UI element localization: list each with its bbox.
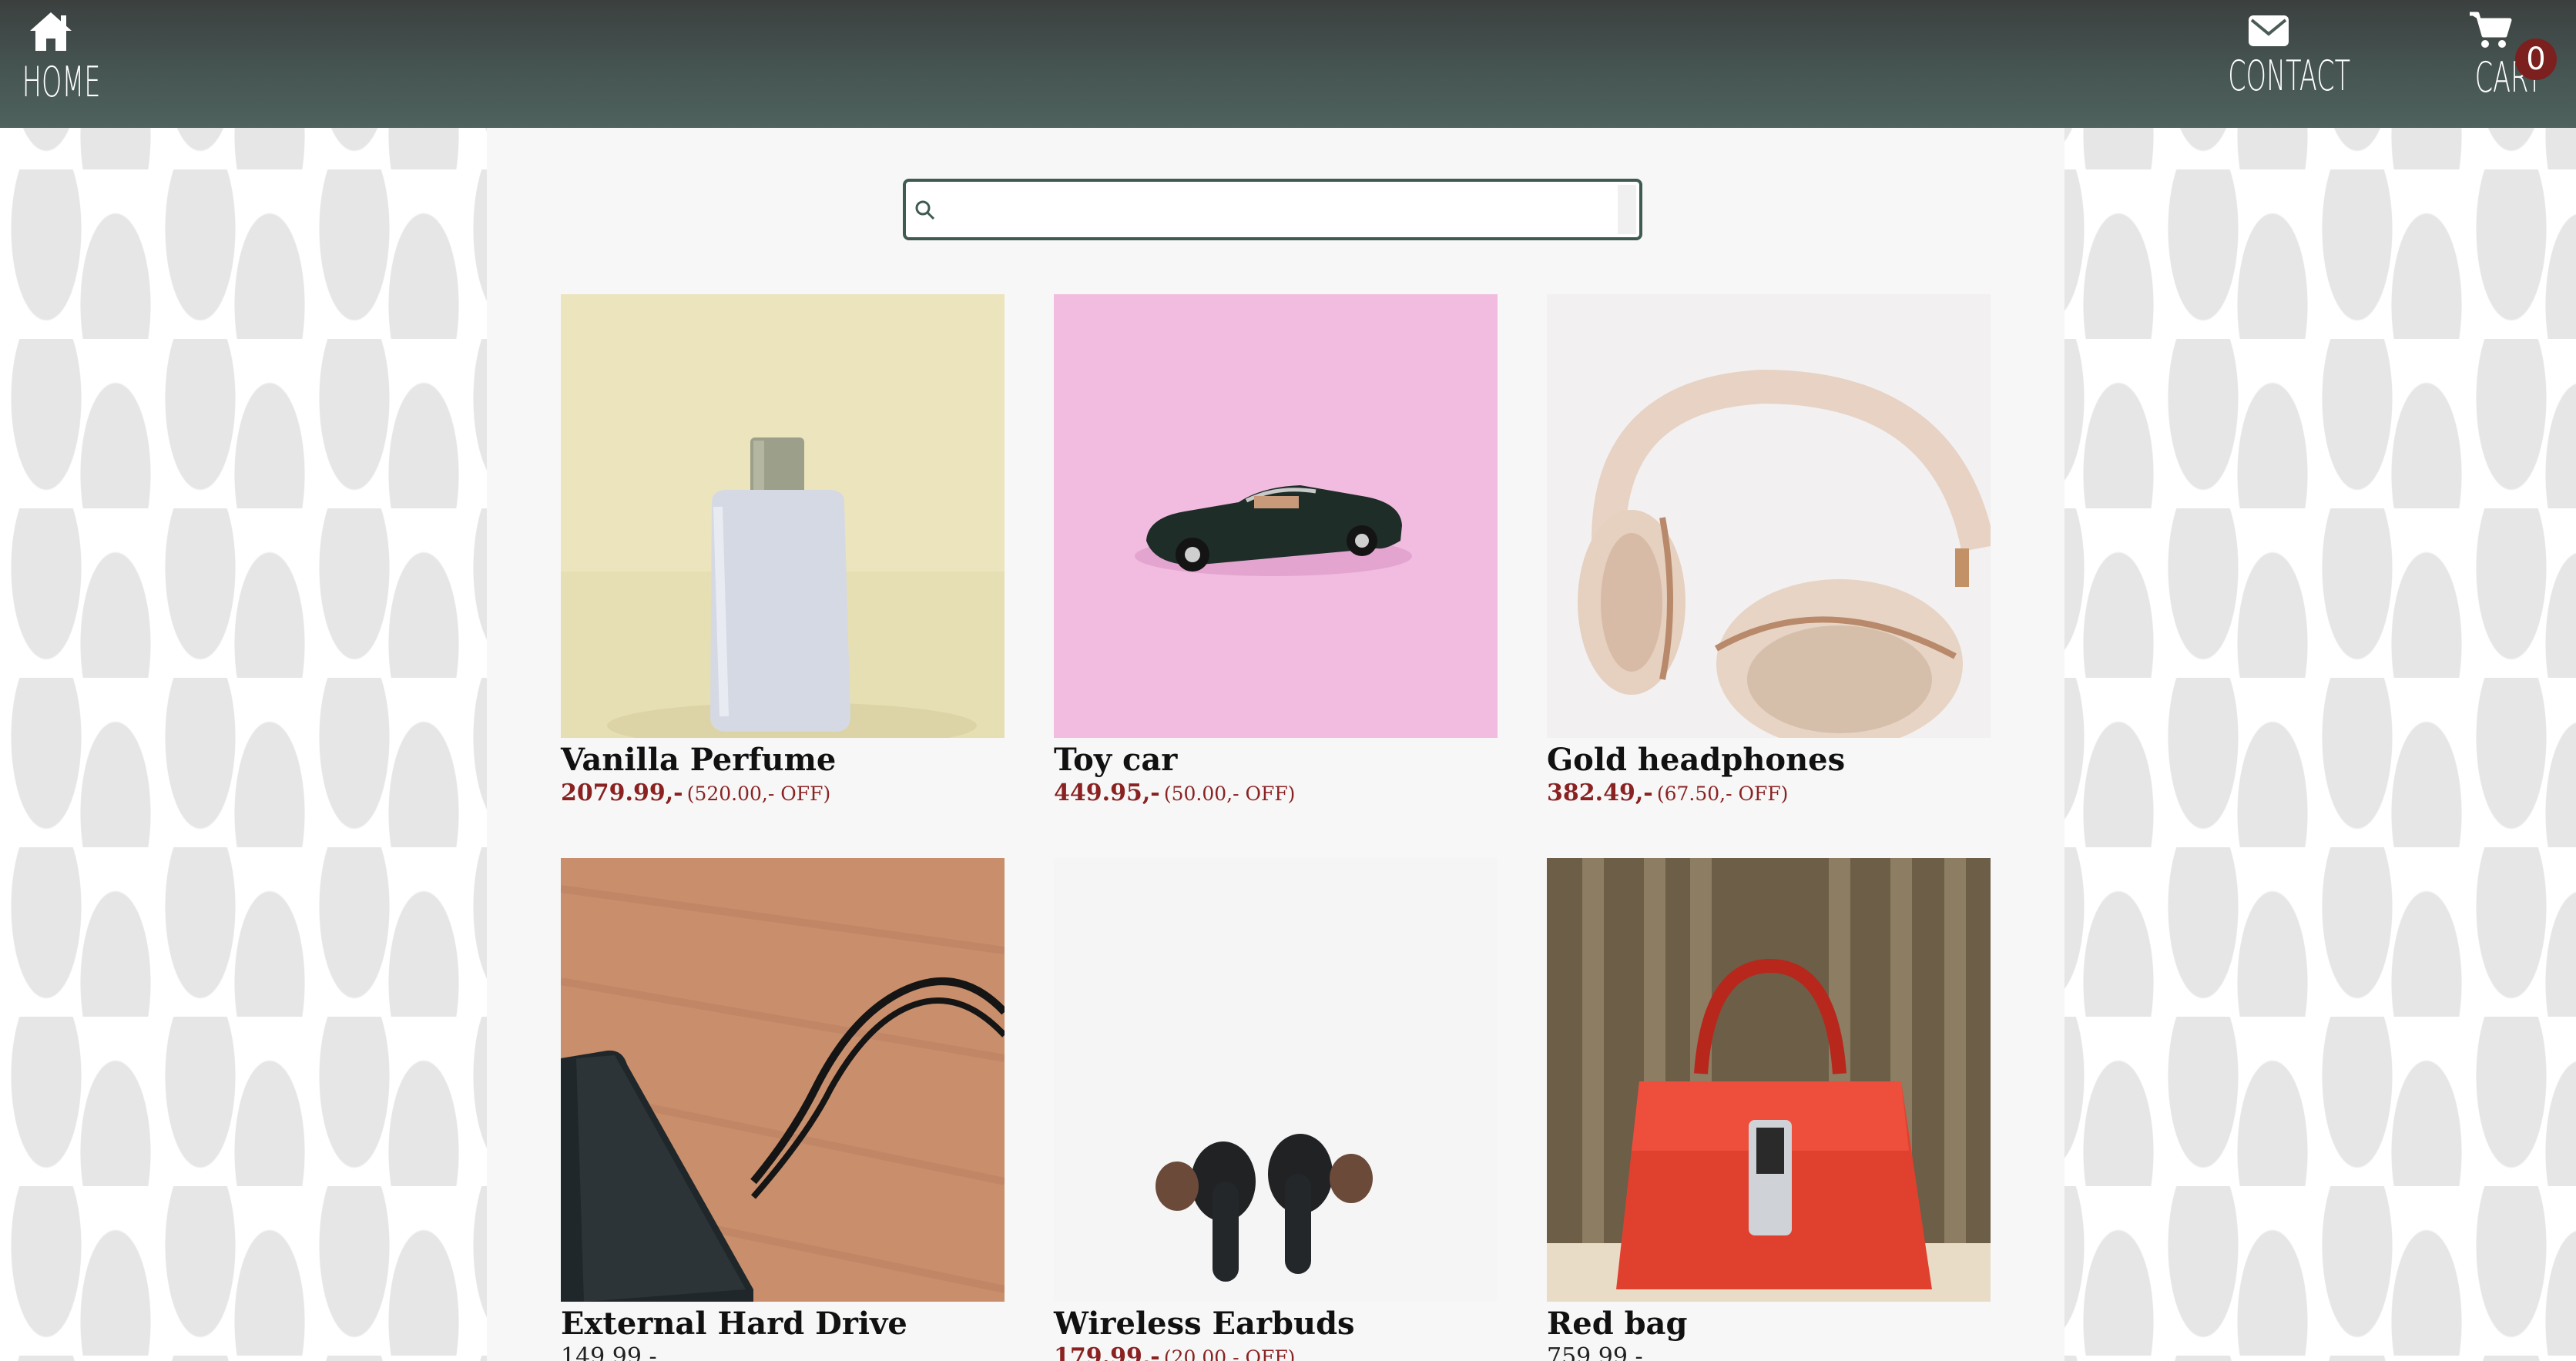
nav-cart-link[interactable]: CART 0	[2457, 11, 2557, 102]
search-input[interactable]	[943, 185, 1616, 236]
product-card[interactable]: Toy car 449.95,- (50.00,- OFF)	[1054, 294, 1498, 810]
product-discount: (520.00,- OFF)	[686, 783, 831, 805]
product-image-red-bag[interactable]	[1547, 858, 1991, 1302]
top-navbar: HOME CONTACT CART 0	[0, 0, 2576, 128]
envelope-icon	[2249, 15, 2289, 46]
nav-home-label: HOME	[22, 58, 101, 106]
product-price-row: 2079.99,- (520.00,- OFF)	[561, 779, 1005, 810]
search-icon	[915, 200, 935, 220]
product-price-row: 449.95,- (50.00,- OFF)	[1054, 779, 1498, 810]
product-discount: (50.00,- OFF)	[1163, 783, 1296, 805]
product-price-row: 759.99,-	[1547, 1343, 1991, 1361]
product-card[interactable]: Gold headphones 382.49,- (67.50,- OFF)	[1547, 294, 1991, 810]
nav-contact-link[interactable]: CONTACT	[2203, 14, 2351, 100]
product-image-earbuds[interactable]	[1054, 858, 1498, 1302]
product-price: 759.99,-	[1547, 1343, 1643, 1361]
product-price: 382.49,-	[1547, 779, 1653, 806]
product-image-toy-car[interactable]	[1054, 294, 1498, 738]
nav-home-link[interactable]: HOME	[5, 9, 101, 106]
product-name[interactable]: Wireless Earbuds	[1054, 1305, 1498, 1343]
product-name[interactable]: Toy car	[1054, 741, 1498, 779]
product-name[interactable]: Gold headphones	[1547, 741, 1991, 779]
cart-icon	[2470, 12, 2512, 48]
nav-contact-label: CONTACT	[2228, 52, 2351, 100]
product-card[interactable]: Wireless Earbuds 179.99,- (20.00,- OFF)	[1054, 858, 1498, 1361]
product-price-row: 382.49,- (67.50,- OFF)	[1547, 779, 1991, 810]
product-name[interactable]: Vanilla Perfume	[561, 741, 1005, 779]
product-price-row: 149.99,-	[561, 1343, 1005, 1361]
product-image-headphones[interactable]	[1547, 294, 1991, 738]
product-name[interactable]: External Hard Drive	[561, 1305, 1005, 1343]
product-price-row: 179.99,- (20.00,- OFF)	[1054, 1343, 1498, 1361]
product-card[interactable]: Red bag 759.99,-	[1547, 858, 1991, 1361]
product-price: 2079.99,-	[561, 779, 683, 806]
product-card[interactable]: External Hard Drive 149.99,-	[561, 858, 1005, 1361]
home-icon	[30, 12, 72, 51]
product-card[interactable]: Vanilla Perfume 2079.99,- (520.00,- OFF)	[561, 294, 1005, 810]
product-price: 179.99,-	[1054, 1343, 1160, 1361]
product-discount: (20.00,- OFF)	[1163, 1346, 1296, 1361]
main-content: Vanilla Perfume 2079.99,- (520.00,- OFF)…	[487, 128, 2064, 1361]
product-price: 449.95,-	[1054, 779, 1160, 806]
product-image-hard-drive[interactable]	[561, 858, 1005, 1302]
cart-count-badge: 0	[2515, 39, 2557, 80]
product-discount: (67.50,- OFF)	[1656, 783, 1789, 805]
product-image-perfume[interactable]	[561, 294, 1005, 738]
product-price: 149.99,-	[561, 1343, 657, 1361]
search-box[interactable]	[903, 179, 1642, 240]
product-name[interactable]: Red bag	[1547, 1305, 1991, 1343]
search-input-edge	[1618, 185, 1636, 234]
